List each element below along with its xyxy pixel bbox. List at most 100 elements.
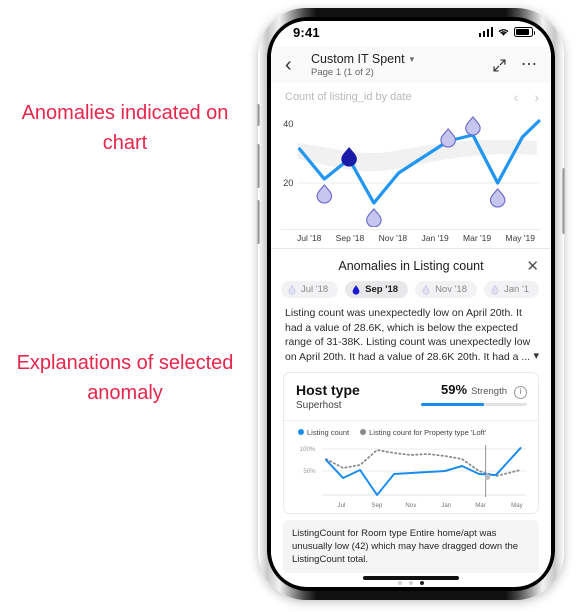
info-icon[interactable]: i — [514, 385, 527, 399]
close-icon[interactable]: ✕ — [526, 257, 539, 275]
x-tick-3: Jan '19 — [421, 233, 449, 243]
report-title-row[interactable]: Custom IT Spent ▾ — [311, 52, 414, 66]
annotation-anomalies-indicated: Anomalies indicated on chart — [21, 102, 229, 154]
y-tick-20: 20 — [283, 178, 293, 188]
mini-x-tick-sep: Sep — [371, 502, 382, 509]
header-actions: ⋯ — [492, 47, 539, 83]
mini-x-tick-may: May — [511, 502, 523, 509]
chevron-down-icon[interactable]: ▾ — [533, 349, 539, 364]
home-indicator[interactable] — [363, 576, 459, 580]
anomaly-note: ListingCount for Room type Entire home/a… — [283, 520, 539, 573]
chart-next-icon[interactable]: › — [534, 89, 539, 105]
chip-label: Jan '1 — [503, 284, 530, 295]
wifi-icon — [498, 29, 509, 36]
host-type-value: Superhost — [296, 400, 342, 411]
anomaly-marker-aug18[interactable] — [316, 184, 333, 204]
legend-item-loft: Listing count for Property type 'Loft' — [360, 428, 486, 437]
annotation-explanations-selected: Explanations of selected anomaly — [16, 352, 234, 404]
strength-label: Strength — [471, 386, 507, 397]
anomaly-chip-jan19[interactable]: Jan '1 — [483, 281, 540, 298]
chevron-down-icon[interactable]: ▾ — [410, 54, 415, 65]
anomaly-marker-jan19[interactable] — [440, 128, 456, 148]
legend-item-listing-count: Listing count — [298, 428, 349, 437]
expand-arrows-icon[interactable] — [492, 58, 507, 73]
cellular-bars-icon — [478, 27, 493, 37]
anomaly-explanation-text: Listing count was unexpectedly low on Ap… — [285, 307, 531, 363]
droplet-icon — [422, 284, 430, 295]
chip-label: Sep '18 — [365, 284, 399, 295]
anomalies-panel: Anomalies in Listing count ✕ Jul '18 Sep… — [271, 248, 551, 585]
host-type-name: Host type — [296, 382, 360, 398]
volume-down-button[interactable] — [256, 200, 260, 244]
expected-range-band — [297, 139, 537, 172]
pager-dot-2[interactable] — [409, 581, 413, 585]
report-title: Custom IT Spent — [311, 52, 405, 66]
phone-screen: 9:41 ‹ Custom IT Spent ▾ Page 1 (1 of 2) — [271, 21, 551, 587]
mini-x-tick-jul: Jul — [337, 502, 345, 509]
legend-dot-icon — [360, 429, 367, 435]
strength-progress-bar — [421, 402, 527, 406]
host-card-header: Host type Superhost 59% Strength i — [284, 373, 538, 421]
chart-title: Count of listing_id by date — [285, 91, 412, 103]
y-tick-100: 100% — [300, 446, 316, 453]
x-tick-1: Sep '18 — [335, 233, 365, 243]
y-tick-50: 50% — [303, 468, 316, 475]
anomaly-marker-mar19[interactable] — [489, 188, 506, 208]
header-titles: Custom IT Spent ▾ Page 1 (1 of 2) — [311, 52, 414, 78]
x-tick-0: Jul '18 — [297, 233, 322, 243]
chart-nav: ‹ › — [514, 89, 539, 105]
strength-row: 59% Strength i — [421, 382, 527, 399]
anomaly-marker-feb19[interactable] — [465, 116, 481, 136]
anomaly-chip-nov18[interactable]: Nov '18 — [415, 281, 477, 298]
status-icons — [478, 27, 535, 37]
volume-up-button[interactable] — [256, 144, 260, 188]
anomaly-explanation: Listing count was unexpectedly low on Ap… — [271, 306, 551, 370]
more-horizontal-icon[interactable]: ⋯ — [521, 57, 539, 73]
anomalies-header: Anomalies in Listing count ✕ — [271, 257, 551, 281]
legend-dot-icon — [298, 429, 304, 435]
mini-chart-anomaly-point — [484, 474, 491, 480]
main-chart-card: Count of listing_id by date ‹ › 40 20 Ju… — [271, 83, 551, 248]
main-line-chart[interactable]: 40 20 — [281, 107, 541, 227]
host-card-body: Listing count Listing count for Property… — [284, 421, 538, 513]
x-tick-5: May '19 — [505, 233, 535, 243]
anomaly-marker-oct18[interactable] — [366, 208, 382, 227]
main-chart-x-axis: Jul '18 Sep '18 Nov '18 Jan '19 Mar '19 … — [281, 229, 541, 248]
strength-meter: 59% Strength i — [421, 382, 527, 406]
power-button[interactable] — [562, 168, 566, 234]
anomaly-chip-jul18[interactable]: Jul '18 — [281, 281, 339, 298]
status-bar: 9:41 — [271, 21, 551, 47]
anomaly-chip-list: Jul '18 Sep '18 Nov '18 Jan '1 — [271, 281, 551, 306]
strength-percent: 59% — [441, 382, 468, 397]
chip-label: Jul '18 — [301, 284, 329, 295]
chart-header: Count of listing_id by date ‹ › — [281, 89, 541, 107]
y-tick-40: 40 — [283, 119, 293, 129]
mute-switch[interactable] — [256, 104, 260, 126]
mini-x-tick-mar: Mar — [475, 502, 486, 509]
battery-icon — [514, 27, 535, 37]
droplet-icon — [352, 284, 360, 295]
droplet-icon — [288, 284, 296, 295]
x-tick-4: Mar '19 — [463, 233, 492, 243]
chip-label: Nov '18 — [435, 284, 467, 295]
anomalies-title: Anomalies in Listing count — [338, 259, 484, 273]
status-time: 9:41 — [293, 25, 320, 40]
mini-x-tick-nov: Nov — [405, 502, 417, 509]
mini-chart-legend: Listing count Listing count for Property… — [294, 428, 530, 437]
host-card-titles: Host type Superhost — [296, 382, 360, 411]
host-type-card[interactable]: Host type Superhost 59% Strength i Listi… — [283, 372, 539, 514]
app-header: ‹ Custom IT Spent ▾ Page 1 (1 of 2) ⋯ — [271, 47, 551, 83]
pager-dot-3-active[interactable] — [420, 581, 424, 585]
pager-dot-1[interactable] — [398, 581, 402, 585]
mini-x-tick-jan: Jan — [441, 502, 451, 509]
phone-mockup: 9:41 ‹ Custom IT Spent ▾ Page 1 (1 of 2) — [256, 8, 566, 600]
droplet-icon — [491, 284, 499, 295]
page-indicator: Page 1 (1 of 2) — [311, 67, 374, 78]
anomaly-markers — [316, 116, 506, 227]
anomaly-chip-sep18[interactable]: Sep '18 — [345, 281, 409, 298]
back-button[interactable]: ‹ — [285, 55, 307, 75]
host-type-mini-chart[interactable]: 100% 50% Jul Sep Nov Jan Mar May — [294, 439, 530, 511]
legend-label: Listing count for Property type 'Loft' — [369, 428, 487, 437]
chart-prev-icon[interactable]: ‹ — [514, 89, 519, 105]
x-tick-2: Nov '18 — [378, 233, 408, 243]
